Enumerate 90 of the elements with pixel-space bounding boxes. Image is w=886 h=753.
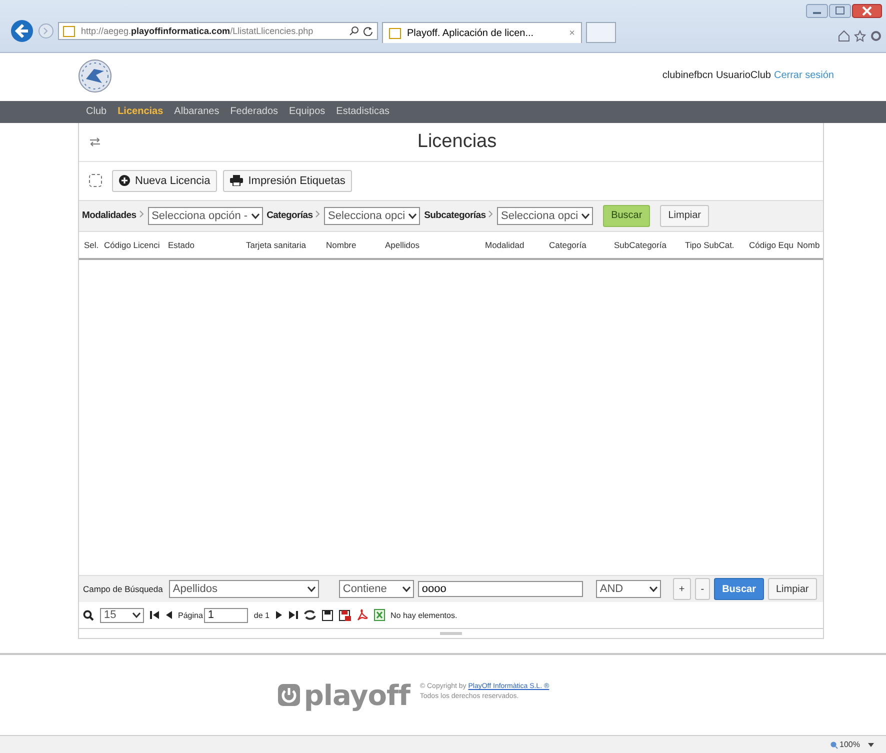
filter-select[interactable]: Selecciona opci — [324, 206, 420, 224]
save-all-icon[interactable] — [338, 610, 350, 621]
zoom-icon — [830, 740, 838, 749]
filter-label: Modalidades — [82, 210, 144, 221]
column-header: Categoría — [548, 240, 588, 250]
club-logo — [78, 58, 112, 93]
tab-title: Playoff. Aplicación de licen... — [407, 28, 534, 38]
status-message: No hay elementos. — [390, 610, 458, 620]
search-input[interactable]: oooo — [418, 581, 583, 598]
brand-name: playoff — [304, 678, 410, 712]
previous-page-icon[interactable] — [166, 610, 172, 620]
resize-handle[interactable] — [440, 632, 462, 636]
nav-link[interactable]: Albaranes — [174, 106, 220, 118]
logic-select[interactable]: AND — [596, 580, 661, 598]
address-text[interactable]: http://aegeg.playoffinformatica.com/LlistatLlicencies.php — [81, 26, 314, 36]
nav-link[interactable]: Federados — [230, 106, 278, 118]
operator-select[interactable]: Contiene — [338, 580, 414, 598]
chevron-right-icon — [138, 210, 144, 218]
column-header: Nombre — [325, 240, 358, 250]
plus-circle-icon — [119, 175, 130, 186]
clear-button[interactable]: Limpiar — [768, 578, 817, 600]
chevron-down-icon — [408, 212, 418, 220]
column-header: Nomb — [796, 240, 821, 250]
filter-select[interactable]: Selecciona opci — [497, 206, 594, 224]
nav-link[interactable]: Estadisticas — [336, 106, 390, 118]
maximize-button[interactable] — [829, 4, 851, 18]
print-button[interactable]: Impresión Etiquetas — [223, 170, 352, 192]
first-page-icon[interactable] — [150, 610, 160, 620]
add-condition-button[interactable]: + — [672, 578, 691, 600]
home-icon[interactable] — [838, 30, 850, 42]
column-header: Tipo SubCat. — [684, 240, 736, 250]
column-header: SubCategoría — [613, 240, 668, 250]
power-icon — [276, 683, 301, 708]
close-button[interactable] — [852, 4, 882, 18]
column-header: Apellidos — [384, 240, 420, 250]
chevron-down-icon — [250, 212, 260, 220]
search-button[interactable]: Buscar — [714, 578, 764, 600]
column-header: Código Equ — [748, 240, 794, 250]
clear-button[interactable]: Limpiar — [660, 204, 709, 226]
refresh-icon[interactable] — [304, 610, 316, 620]
star-icon[interactable] — [854, 30, 866, 42]
nav-link[interactable]: Equipos — [289, 106, 326, 118]
next-page-icon[interactable] — [276, 610, 282, 620]
chevron-right-icon — [315, 210, 320, 218]
page-title: Licencias — [416, 130, 498, 152]
filter-label: Subcategorías — [424, 210, 494, 221]
close-icon[interactable]: × — [569, 28, 575, 38]
column-header: Modalidad — [484, 240, 526, 250]
user-role: UsuarioClub — [716, 70, 771, 82]
zoom-control[interactable]: 100% — [830, 740, 860, 750]
nav-link[interactable]: Licencias — [118, 106, 164, 118]
chevron-right-icon — [488, 210, 494, 218]
refresh-icon[interactable] — [363, 26, 373, 36]
chevron-down-icon — [132, 611, 141, 620]
user-name: clubinefbcn — [662, 70, 713, 82]
column-header: Estado — [167, 240, 196, 250]
pdf-icon[interactable] — [356, 609, 368, 622]
new-licence-button[interactable]: Nueva Licencia — [112, 170, 218, 192]
column-header: Código Licenci — [103, 240, 161, 250]
chevron-down-icon — [581, 212, 590, 220]
page-size-select[interactable]: 15 — [100, 608, 144, 623]
field-select[interactable]: Apellidos — [168, 580, 319, 598]
dropdown-icon[interactable] — [868, 742, 874, 747]
remove-condition-button[interactable]: - — [694, 578, 710, 600]
chevron-down-icon — [402, 585, 411, 594]
page-input[interactable]: 1 — [204, 608, 248, 623]
search-label: Campo de Búsqueda — [83, 584, 163, 594]
filter-select[interactable]: Selecciona opción - — [148, 206, 263, 224]
filter-label: Categorías — [266, 210, 320, 221]
address-bar[interactable]: http://aegeg.playoffinformatica.com/LlistatLlicencies.php — [58, 22, 378, 40]
save-icon[interactable] — [322, 610, 332, 621]
nav-link[interactable]: Club — [86, 106, 107, 118]
column-header: Sel. — [83, 240, 100, 250]
last-page-icon[interactable] — [288, 610, 298, 620]
page-label: Página — [178, 610, 203, 620]
column-header: Tarjeta sanitaria — [245, 240, 308, 250]
select-all-checkbox[interactable] — [89, 174, 102, 187]
swap-icon[interactable] — [89, 136, 101, 146]
search-icon[interactable] — [349, 26, 359, 36]
page-count: de 1 — [254, 610, 270, 620]
minimize-button[interactable] — [806, 4, 828, 18]
search-icon[interactable] — [83, 610, 94, 621]
spreadsheet-icon[interactable] — [374, 609, 384, 622]
chevron-down-icon — [306, 585, 316, 594]
logout-link[interactable]: Cerrar sesión — [774, 70, 834, 82]
search-button[interactable]: Buscar — [603, 204, 650, 226]
back-button[interactable] — [10, 19, 34, 43]
printer-icon — [230, 175, 244, 186]
chevron-down-icon — [648, 585, 658, 594]
browser-tab[interactable]: Playoff. Aplicación de licen... × — [382, 22, 582, 43]
